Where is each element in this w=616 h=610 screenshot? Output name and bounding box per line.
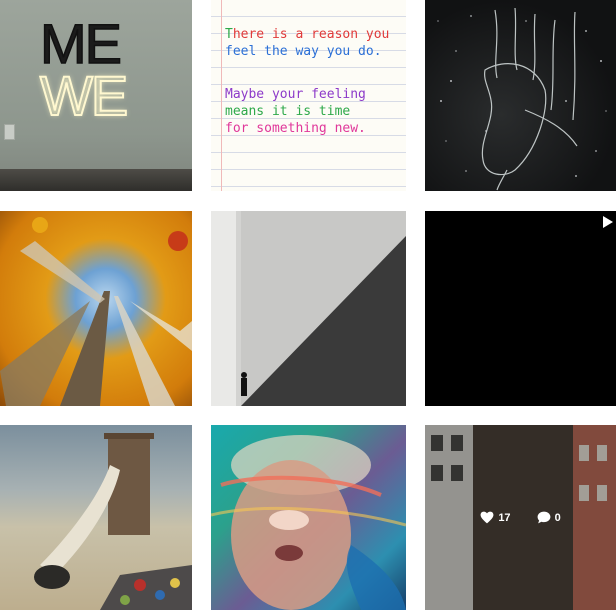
- post-tile-mewe[interactable]: ME WE: [0, 0, 192, 191]
- likes-stat: 17: [480, 511, 511, 524]
- note-text: There is a reason you feel the way you d…: [225, 26, 405, 137]
- post-tile-note[interactable]: There is a reason you feel the way you d…: [211, 0, 406, 191]
- sign-line-me: ME: [39, 12, 123, 75]
- note-line-1: There is a reason you: [225, 27, 390, 42]
- heart-icon: [480, 511, 494, 524]
- post-tile-desert[interactable]: [0, 425, 192, 610]
- post-tile-architecture[interactable]: [211, 211, 406, 406]
- post-tile-galaxy[interactable]: [425, 0, 616, 191]
- surreal-desert-photo: [0, 425, 192, 610]
- aspen-trunks: [0, 217, 192, 406]
- note-gap: [225, 60, 405, 86]
- comments-count: 0: [554, 511, 561, 524]
- star: [565, 100, 567, 102]
- note-margin: [221, 0, 222, 191]
- figure-illustration: [481, 7, 578, 191]
- post-tile-painting[interactable]: [211, 425, 406, 610]
- galaxy-figure-photo: [425, 0, 616, 191]
- star: [595, 150, 597, 152]
- star: [440, 100, 442, 102]
- note-line-2: feel the way you do.: [225, 44, 382, 59]
- star: [585, 30, 587, 32]
- post-tile-aspen[interactable]: [0, 211, 192, 406]
- note-photo: There is a reason you feel the way you d…: [211, 0, 406, 191]
- star: [455, 50, 457, 52]
- play-icon: [603, 216, 613, 228]
- desert-scene: [34, 433, 192, 610]
- comment-icon: [537, 511, 550, 524]
- face-painting: [211, 435, 406, 610]
- comments-stat: 0: [537, 511, 561, 524]
- painted-face-photo: [211, 425, 406, 610]
- chairs-building-photo: 17 0: [425, 425, 616, 610]
- post-tile-building[interactable]: 17 0: [425, 425, 616, 610]
- star: [470, 15, 472, 17]
- star: [575, 175, 577, 177]
- wall-box: [4, 124, 15, 140]
- star: [485, 130, 487, 132]
- black-video-thumbnail: [425, 211, 616, 406]
- star: [437, 20, 439, 22]
- note-line-1-text: here is a reason you: [232, 27, 390, 42]
- mewe-sign: ME WE: [39, 12, 129, 127]
- post-tile-video[interactable]: [425, 211, 616, 406]
- star: [465, 170, 467, 172]
- star: [525, 20, 527, 22]
- star: [450, 80, 452, 82]
- star: [605, 110, 607, 112]
- sign-line-we: WE: [39, 64, 129, 127]
- star: [445, 140, 447, 142]
- note-line-4: means it is time: [225, 104, 351, 119]
- floor: [0, 169, 192, 191]
- aspen-forest-photo: [0, 211, 192, 406]
- likes-count: 17: [498, 511, 511, 524]
- shadow-shape: [211, 211, 406, 406]
- note-line-5: for something new.: [225, 121, 366, 136]
- note-line-3: Maybe your feeling: [225, 87, 366, 102]
- star: [600, 60, 602, 62]
- shadow-architecture-photo: [211, 211, 406, 406]
- hover-overlay[interactable]: 17 0: [425, 425, 616, 610]
- mewe-sign-photo: ME WE: [0, 0, 192, 191]
